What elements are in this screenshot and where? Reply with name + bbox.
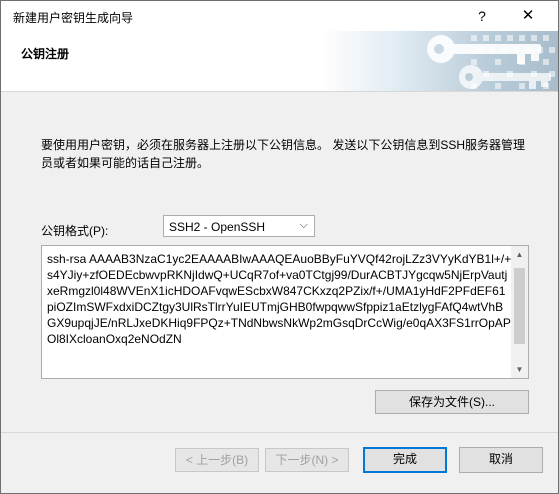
wizard-window: 新建用户密钥生成向导 ? ✕ 公钥注册 要使用用户密钥，必须在服务器上注册以下公…	[0, 0, 559, 494]
vertical-scrollbar[interactable]: ▲ ▼	[511, 246, 528, 378]
public-key-text: ssh-rsa AAAAB3NzaC1yc2EAAAABIwAAAQEAuoBB…	[47, 252, 512, 346]
next-button[interactable]: 下一步(N) >	[265, 448, 349, 472]
scroll-up-arrow-icon[interactable]: ▲	[511, 246, 528, 263]
help-button[interactable]: ?	[459, 1, 505, 31]
wizard-content: 要使用用户密钥，必须在服务器上注册以下公钥信息。 发送以下公钥信息到SSH服务器…	[1, 92, 558, 432]
key-format-value: SSH2 - OpenSSH	[169, 220, 266, 234]
finish-button[interactable]: 完成	[363, 447, 447, 473]
title-bar: 新建用户密钥生成向导 ? ✕	[1, 1, 558, 31]
scroll-down-arrow-icon[interactable]: ▼	[511, 361, 528, 378]
chevron-down-icon: ⌵	[299, 219, 308, 231]
scroll-thumb[interactable]	[514, 268, 525, 344]
key-format-select[interactable]: SSH2 - OpenSSH ⌵	[163, 215, 315, 237]
window-title: 新建用户密钥生成向导	[13, 11, 134, 25]
key-format-label: 公钥格式(P):	[41, 224, 109, 238]
cancel-button[interactable]: 取消	[459, 447, 543, 473]
page-title: 公钥注册	[21, 47, 70, 61]
wizard-header: 公钥注册	[1, 31, 558, 92]
keys-banner-icon	[321, 31, 558, 91]
description-text: 要使用用户密钥，必须在服务器上注册以下公钥信息。 发送以下公钥信息到SSH服务器…	[41, 138, 526, 170]
save-to-file-button[interactable]: 保存为文件(S)...	[375, 390, 529, 414]
wizard-footer: < 上一步(B) 下一步(N) > 完成 取消	[1, 432, 558, 493]
public-key-textarea[interactable]: ssh-rsa AAAAB3NzaC1yc2EAAAABIwAAAQEAuoBB…	[41, 245, 529, 379]
back-button[interactable]: < 上一步(B)	[175, 448, 259, 472]
close-button[interactable]: ✕	[505, 1, 551, 31]
